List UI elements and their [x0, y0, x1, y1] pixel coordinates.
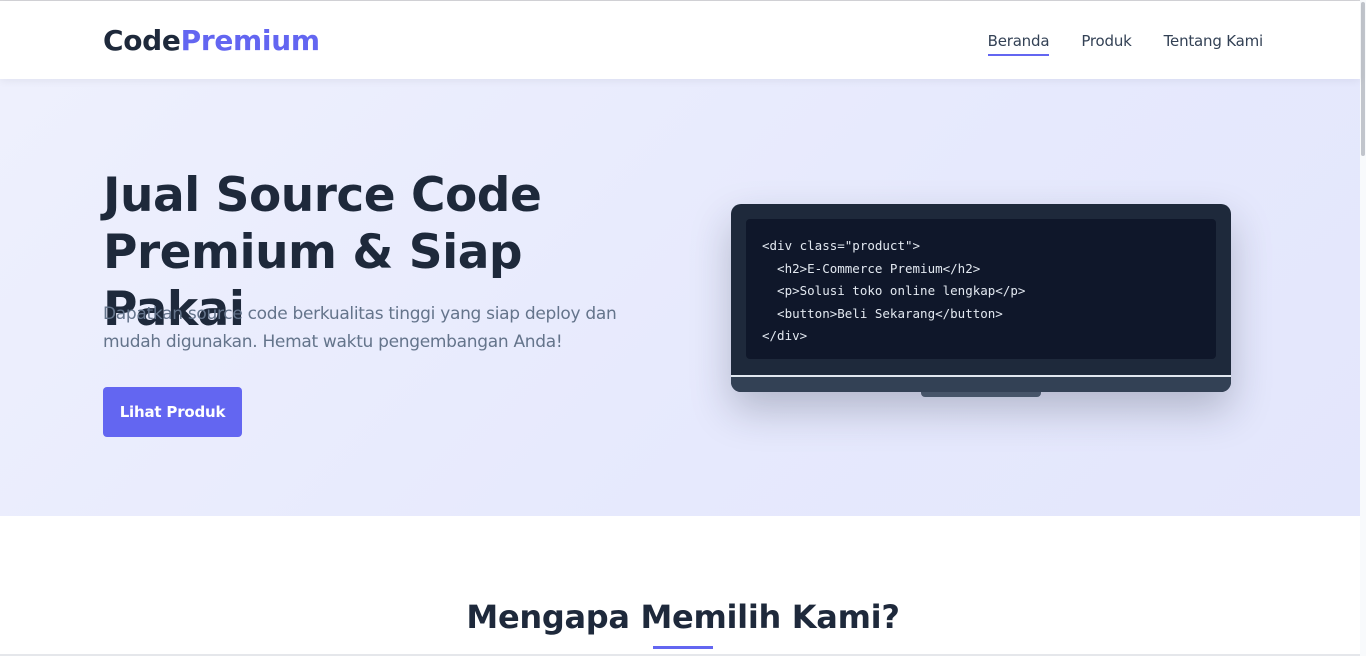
- laptop-illustration: <div class="product"> <h2>E-Commerce Pre…: [731, 204, 1231, 397]
- code-line: </div>: [762, 328, 808, 343]
- laptop-stand: [921, 392, 1041, 397]
- laptop-base: [731, 377, 1231, 392]
- features-section-title: Mengapa Memilih Kami?: [466, 598, 900, 636]
- nav-link-beranda[interactable]: Beranda: [987, 30, 1050, 56]
- hero-description: Dapatkan source code berkualitas tinggi …: [103, 304, 617, 352]
- code-preview-screen: <div class="product"> <h2>E-Commerce Pre…: [746, 219, 1216, 359]
- code-line: <div class="product">: [762, 238, 921, 253]
- view-products-button[interactable]: Lihat Produk: [103, 387, 242, 437]
- scrollbar-thumb[interactable]: [1361, 2, 1365, 156]
- code-line: <button>Beli Sekarang</button>: [762, 305, 1003, 321]
- nav-menu: Beranda Produk Tentang Kami: [987, 30, 1264, 56]
- hero-section: Jual Source Code Premium & Siap Pakai Da…: [0, 79, 1360, 516]
- features-title-underline: [653, 646, 713, 649]
- brand-logo[interactable]: CodePremium: [103, 24, 320, 58]
- brand-logo-part2: Premium: [180, 24, 320, 57]
- code-line: <h2>E-Commerce Premium</h2>: [762, 260, 981, 276]
- nav-link-produk[interactable]: Produk: [1081, 30, 1132, 52]
- code-line: <p>Solusi toko online lengkap</p>: [762, 283, 1026, 298]
- hero-title-line1: Jual Source Code: [103, 168, 542, 223]
- brand-logo-part1: Code: [103, 24, 181, 57]
- nav-link-tentang-kami[interactable]: Tentang Kami: [1164, 30, 1264, 52]
- navbar: CodePremium Beranda Produk Tentang Kami: [0, 1, 1360, 79]
